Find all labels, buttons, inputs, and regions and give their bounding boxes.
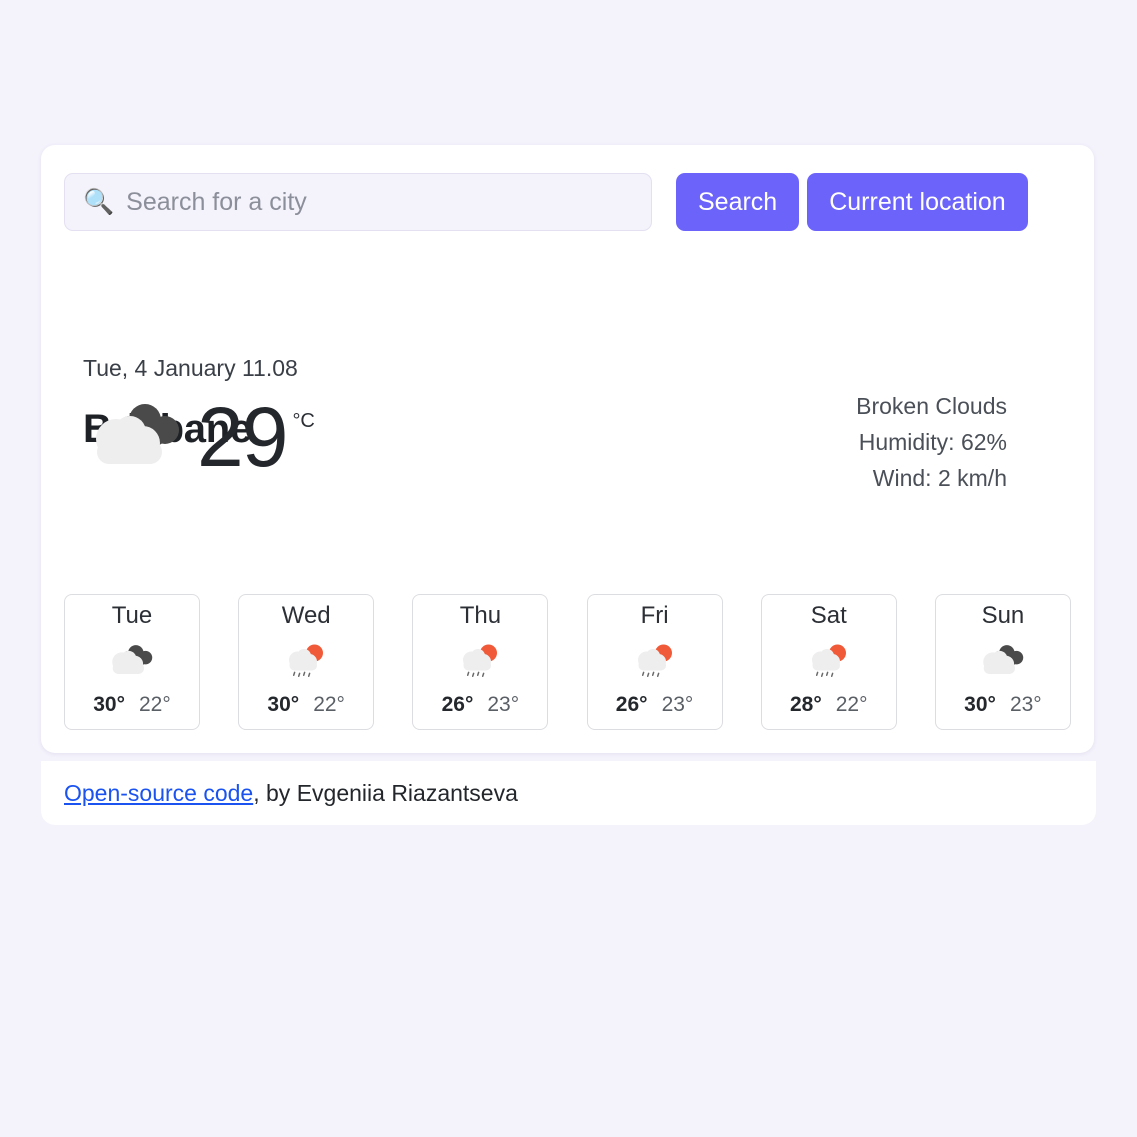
rain-sun-icon: [630, 639, 680, 683]
forecast-min-temp: 22°: [313, 692, 345, 716]
search-icon: 🔍: [83, 187, 115, 216]
forecast-day: Sat: [810, 602, 847, 629]
broken-clouds-icon: [977, 639, 1029, 683]
forecast-max-temp: 26°: [615, 692, 648, 716]
weather-description: Broken Clouds: [856, 393, 1007, 419]
forecast-card[interactable]: Sat 28° 22°: [760, 594, 897, 730]
forecast-min-temp: 23°: [1009, 692, 1042, 716]
forecast-max-temp: 30°: [267, 692, 300, 716]
forecast-card[interactable]: Wed 30° 22°: [238, 594, 375, 730]
forecast-min-temp: 22°: [835, 692, 868, 716]
forecast-day: Thu: [459, 602, 502, 629]
forecast-day: Sun: [981, 602, 1025, 629]
forecast-strip: Tue 30° 22° Wed 30° 22° Thu 26° 23° Fri …: [64, 594, 1071, 730]
current-datetime: Tue, 4 January 11.08: [83, 355, 298, 381]
rain-sun-icon: [804, 639, 854, 683]
wind-value: Wind: 2 km/h: [872, 465, 1007, 491]
search-button[interactable]: Search: [676, 173, 800, 231]
current-weather-summary: 29 °C: [83, 395, 315, 479]
forecast-card[interactable]: Sun 30° 23°: [934, 594, 1071, 730]
rain-sun-icon: [281, 639, 331, 683]
forecast-temps: 30° 22°: [93, 693, 171, 717]
forecast-max-temp: 30°: [964, 692, 996, 716]
current-location-button[interactable]: Current location: [807, 173, 1028, 231]
current-temperature: 29: [197, 390, 288, 484]
forecast-min-temp: 23°: [487, 692, 520, 716]
footer: Open-source code, by Evgeniia Riazantsev…: [41, 761, 1096, 825]
forecast-min-temp: 22°: [139, 692, 171, 716]
search-input[interactable]: [126, 187, 633, 217]
forecast-temps: 28° 22°: [790, 693, 868, 717]
forecast-card[interactable]: Thu 26° 23°: [412, 594, 549, 730]
broken-clouds-icon: [106, 639, 158, 683]
open-source-code-link[interactable]: Open-source code: [64, 780, 253, 806]
search-field-wrapper[interactable]: 🔍: [64, 173, 652, 231]
forecast-card[interactable]: Tue 30° 22°: [64, 594, 200, 730]
forecast-max-temp: 30°: [93, 692, 125, 716]
footer-text: Open-source code, by Evgeniia Riazantsev…: [64, 780, 518, 807]
forecast-day: Wed: [281, 602, 331, 629]
current-weather-details: Broken Clouds Humidity: 62% Wind: 2 km/h: [856, 388, 1007, 496]
forecast-min-temp: 23°: [661, 692, 694, 716]
search-row: 🔍 Search Current location: [64, 173, 1071, 231]
forecast-temps: 30° 22°: [267, 693, 345, 717]
forecast-temps: 30° 23°: [964, 693, 1042, 717]
weather-card: 🔍 Search Current location Brisbane: [41, 145, 1094, 753]
rain-sun-icon: [455, 639, 505, 683]
forecast-max-temp: 26°: [441, 692, 474, 716]
forecast-temps: 26° 23°: [616, 693, 694, 717]
app-root: 🔍 Search Current location Brisbane: [0, 0, 1137, 1137]
temperature-unit: °C: [292, 410, 315, 432]
forecast-day: Tue: [111, 602, 153, 629]
forecast-max-temp: 28°: [789, 692, 822, 716]
forecast-day: Fri: [640, 602, 669, 629]
humidity-value: Humidity: 62%: [858, 429, 1007, 455]
forecast-temps: 26° 23°: [442, 693, 520, 717]
footer-author: , by Evgeniia Riazantseva: [253, 779, 518, 806]
broken-clouds-icon: [83, 400, 191, 474]
forecast-card[interactable]: Fri 26° 23°: [586, 594, 723, 730]
